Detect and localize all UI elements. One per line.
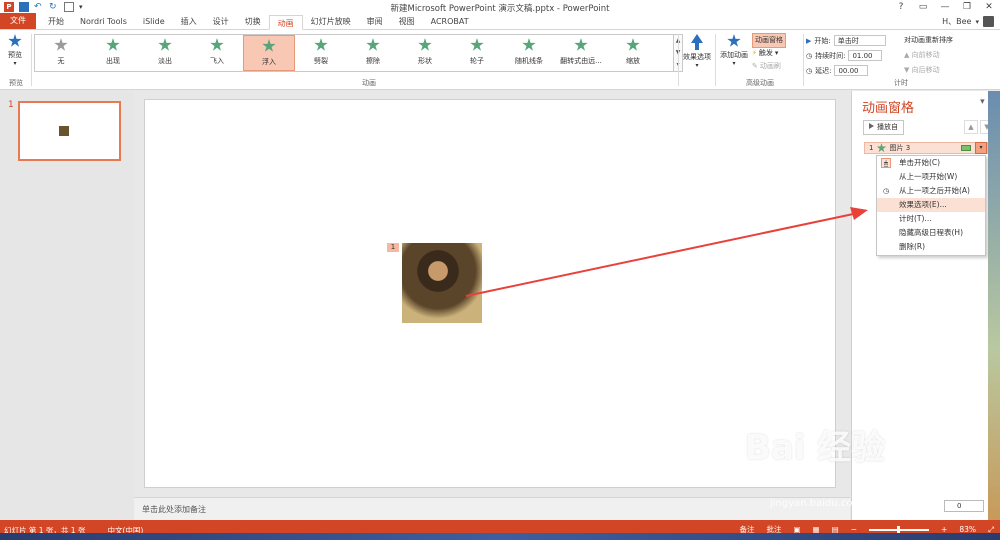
slide-counter: 0 [944, 500, 984, 512]
zoom-slider[interactable] [869, 525, 930, 534]
baidu-watermark-url: jingyan.baidu.com [770, 498, 863, 509]
baidu-watermark: Bai 经验 [745, 428, 886, 468]
taskbar-strip [0, 533, 1000, 540]
desktop-wallpaper-edge [988, 91, 1000, 520]
